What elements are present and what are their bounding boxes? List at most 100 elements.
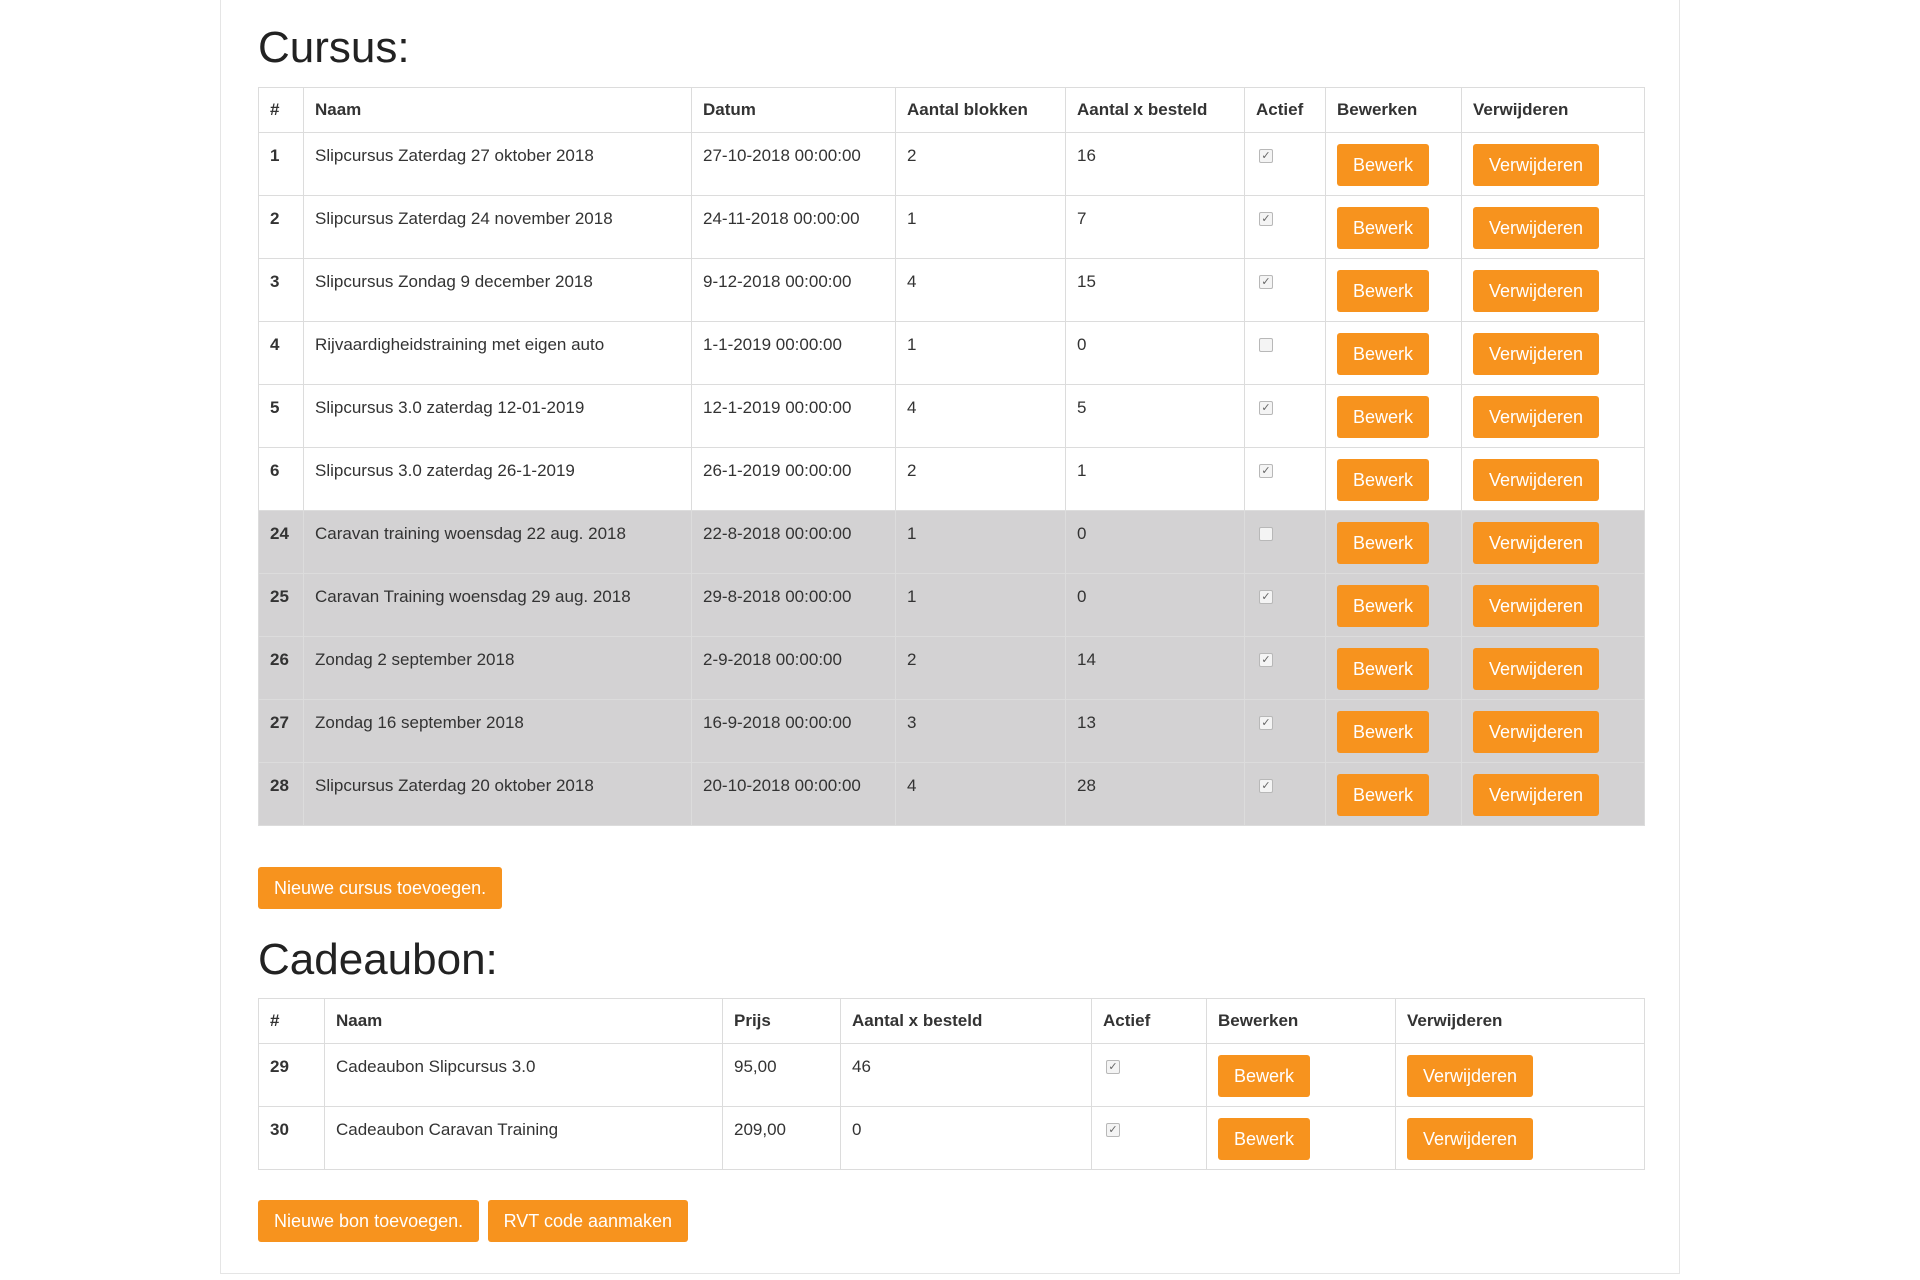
edit-button[interactable]: Bewerk: [1337, 522, 1430, 564]
row-naam: Slipcursus Zaterdag 20 oktober 2018: [303, 762, 692, 826]
active-checkbox-checked[interactable]: [1259, 212, 1273, 226]
edit-button[interactable]: Bewerk: [1337, 396, 1430, 438]
table-row: 1 Slipcursus Zaterdag 27 oktober 2018 27-1…: [258, 132, 1645, 196]
row-id: 6: [258, 447, 304, 511]
row-aantal-blokken: 4: [895, 384, 1066, 448]
col-header-actief: Actief: [1244, 87, 1326, 133]
row-naam: Caravan Training woensdag 29 aug. 2018: [303, 573, 692, 637]
row-datum: 27-10-2018 00:00:00: [691, 132, 896, 196]
row-verwijderen: Verwijderen: [1461, 132, 1645, 196]
delete-button[interactable]: Verwijderen: [1473, 333, 1600, 375]
col-header-id: #: [258, 87, 304, 133]
active-checkbox-unchecked[interactable]: [1259, 338, 1273, 352]
edit-button[interactable]: Bewerk: [1337, 774, 1430, 816]
edit-button[interactable]: Bewerk: [1337, 270, 1430, 312]
row-actief: [1244, 510, 1326, 574]
edit-button[interactable]: Bewerk: [1218, 1055, 1311, 1097]
delete-button[interactable]: Verwijderen: [1473, 648, 1600, 690]
row-verwijderen: Verwijderen: [1461, 258, 1645, 322]
col-header-aantal-blokken: Aantal blokken: [895, 87, 1066, 133]
delete-button[interactable]: Verwijderen: [1473, 396, 1600, 438]
delete-button[interactable]: Verwijderen: [1473, 207, 1600, 249]
row-datum: 22-8-2018 00:00:00: [691, 510, 896, 574]
active-checkbox-checked[interactable]: [1259, 716, 1273, 730]
active-checkbox-checked[interactable]: [1259, 401, 1273, 415]
active-checkbox-checked[interactable]: [1106, 1123, 1120, 1137]
row-aantal-besteld: 16: [1065, 132, 1245, 196]
row-datum: 26-1-2019 00:00:00: [691, 447, 896, 511]
col-header-naam: Naam: [303, 87, 692, 133]
delete-button[interactable]: Verwijderen: [1473, 711, 1600, 753]
active-checkbox-checked[interactable]: [1259, 149, 1273, 163]
table-row: 30Cadeaubon Caravan Training209,000 Bewer…: [258, 1106, 1645, 1170]
active-checkbox-checked[interactable]: [1259, 464, 1273, 478]
edit-button[interactable]: Bewerk: [1218, 1118, 1311, 1160]
row-id: 5: [258, 384, 304, 448]
row-verwijderen: Verwijderen: [1461, 573, 1645, 637]
edit-button[interactable]: Bewerk: [1337, 207, 1430, 249]
table-row: 4 Rijvaardigheidstraining met eigen auto 1…: [258, 321, 1645, 385]
row-naam: Slipcursus Zondag 9 december 2018: [303, 258, 692, 322]
row-datum: 29-8-2018 00:00:00: [691, 573, 896, 637]
row-aantal-besteld: 15: [1065, 258, 1245, 322]
row-naam: Zondag 2 september 2018: [303, 636, 692, 700]
row-aantal-blokken: 4: [895, 258, 1066, 322]
active-checkbox-unchecked[interactable]: [1259, 527, 1273, 541]
add-cursus-button[interactable]: Nieuwe cursus toevoegen.: [258, 867, 503, 909]
row-bewerken: Bewerk: [1206, 1043, 1396, 1107]
delete-button[interactable]: Verwijderen: [1473, 585, 1600, 627]
col-header-bewerken: Bewerken: [1325, 87, 1462, 133]
row-verwijderen: Verwijderen: [1461, 321, 1645, 385]
row-naam: Cadeaubon Caravan Training: [324, 1106, 723, 1170]
row-datum: 16-9-2018 00:00:00: [691, 699, 896, 763]
delete-button[interactable]: Verwijderen: [1473, 459, 1600, 501]
main-panel: Cursus: # Naam Datum Aantal blokken Aant…: [220, 0, 1680, 1274]
cadeaubon-header-row: # Naam Prijs Aantal x besteld Actief Bew…: [258, 998, 1645, 1044]
row-aantal-besteld: 0: [840, 1106, 1092, 1170]
table-row: 3 Slipcursus Zondag 9 december 2018 9-12-2…: [258, 258, 1645, 322]
table-row: 24 Caravan training woensdag 22 aug. 2018…: [258, 510, 1645, 574]
rvt-code-button[interactable]: RVT code aanmaken: [487, 1200, 689, 1242]
delete-button[interactable]: Verwijderen: [1473, 522, 1600, 564]
row-aantal-blokken: 2: [895, 447, 1066, 511]
row-aantal-blokken: 2: [895, 132, 1066, 196]
row-naam: Cadeaubon Slipcursus 3.0: [324, 1043, 723, 1107]
row-verwijderen: Verwijderen: [1461, 510, 1645, 574]
active-checkbox-checked[interactable]: [1259, 275, 1273, 289]
row-bewerken: Bewerk: [1325, 510, 1462, 574]
row-actief: [1244, 699, 1326, 763]
row-bewerken: Bewerk: [1325, 195, 1462, 259]
row-id: 2: [258, 195, 304, 259]
delete-button[interactable]: Verwijderen: [1473, 774, 1600, 816]
row-aantal-besteld: 13: [1065, 699, 1245, 763]
table-row: 27 Zondag 16 september 2018 16-9-2018 00:0…: [258, 699, 1645, 763]
row-prijs: 95,00: [722, 1043, 841, 1107]
edit-button[interactable]: Bewerk: [1337, 711, 1430, 753]
delete-button[interactable]: Verwijderen: [1473, 144, 1600, 186]
row-actief: [1244, 447, 1326, 511]
active-checkbox-checked[interactable]: [1106, 1060, 1120, 1074]
row-bewerken: Bewerk: [1206, 1106, 1396, 1170]
row-actief: [1244, 384, 1326, 448]
row-actief: [1244, 573, 1326, 637]
edit-button[interactable]: Bewerk: [1337, 333, 1430, 375]
row-aantal-besteld: 14: [1065, 636, 1245, 700]
edit-button[interactable]: Bewerk: [1337, 144, 1430, 186]
bon-col-header-bewerken: Bewerken: [1206, 998, 1396, 1044]
delete-button[interactable]: Verwijderen: [1407, 1055, 1534, 1097]
delete-button[interactable]: Verwijderen: [1407, 1118, 1534, 1160]
delete-button[interactable]: Verwijderen: [1473, 270, 1600, 312]
row-actief: [1244, 636, 1326, 700]
row-id: 1: [258, 132, 304, 196]
row-actief: [1244, 258, 1326, 322]
active-checkbox-checked[interactable]: [1259, 779, 1273, 793]
add-bon-button[interactable]: Nieuwe bon toevoegen.: [258, 1200, 480, 1242]
active-checkbox-checked[interactable]: [1259, 590, 1273, 604]
edit-button[interactable]: Bewerk: [1337, 585, 1430, 627]
row-id: 29: [258, 1043, 325, 1107]
edit-button[interactable]: Bewerk: [1337, 648, 1430, 690]
row-aantal-blokken: 1: [895, 321, 1066, 385]
active-checkbox-checked[interactable]: [1259, 653, 1273, 667]
row-aantal-besteld: 7: [1065, 195, 1245, 259]
edit-button[interactable]: Bewerk: [1337, 459, 1430, 501]
